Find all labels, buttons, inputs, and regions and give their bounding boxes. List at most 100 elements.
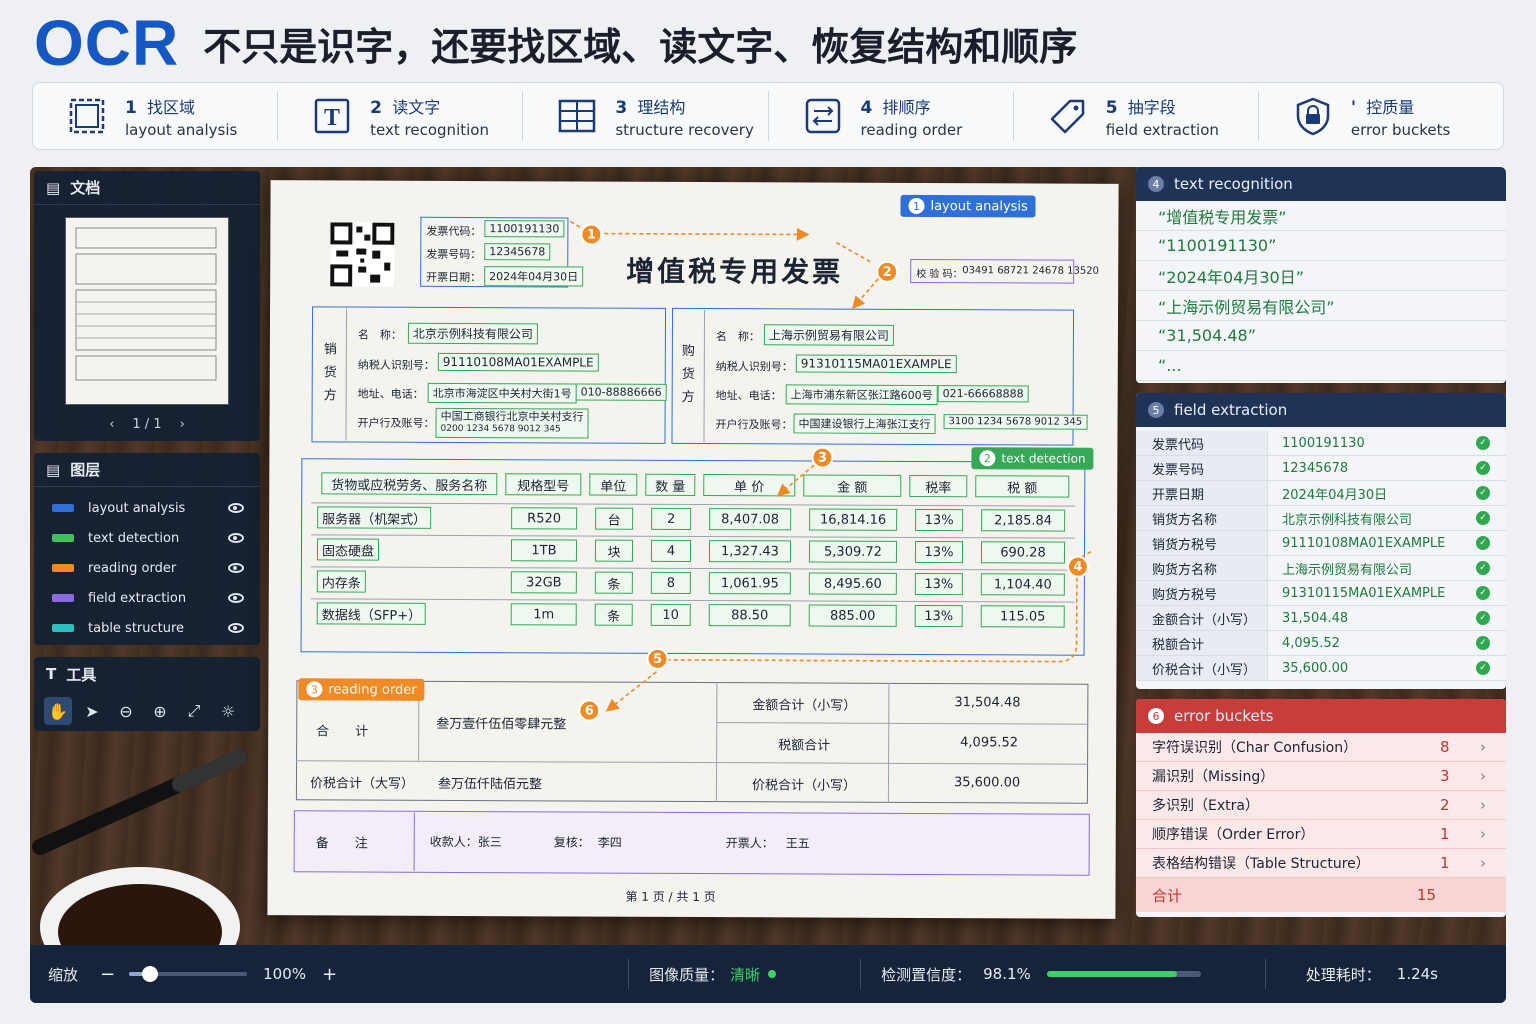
fit-screen-icon[interactable]: ⤢ xyxy=(180,697,208,725)
field-value: 上海示例贸易有限公司 xyxy=(1282,562,1413,578)
step-zh: 控质量 xyxy=(1366,97,1415,117)
layer-row[interactable]: reading order xyxy=(34,553,260,583)
confidence-label: 检测置信度： xyxy=(881,965,972,984)
field-row[interactable]: 销货方名称 北京示例科技有限公司 ✓ xyxy=(1136,506,1506,531)
layer-row[interactable]: layout analysis xyxy=(34,493,260,523)
layer-label: table structure xyxy=(88,620,185,636)
pointer-tool-icon[interactable]: ➤ xyxy=(78,697,106,725)
step-reading-order[interactable]: 4 排顺序 reading order xyxy=(769,91,1014,141)
check-icon: ✓ xyxy=(1476,461,1490,475)
field-row[interactable]: 销货方税号 91110108MA01EXAMPLE ✓ xyxy=(1136,531,1506,556)
reading-order-arrows xyxy=(570,220,1092,712)
zoom-out-button[interactable]: − xyxy=(100,964,115,985)
prev-page-icon[interactable]: ‹ xyxy=(109,417,114,432)
eye-icon[interactable] xyxy=(228,623,244,633)
error-bucket-row[interactable]: 表格结构错误（Table Structure） 1 › xyxy=(1136,849,1506,878)
recognized-text-item[interactable]: “上海示例贸易有限公司” xyxy=(1136,291,1506,321)
field-row[interactable]: 购货方名称 上海示例贸易有限公司 ✓ xyxy=(1136,556,1506,581)
order-marker-5[interactable]: 5 xyxy=(646,647,669,670)
brightness-icon[interactable]: ☼ xyxy=(214,697,242,725)
check-icon: ✓ xyxy=(1476,561,1490,575)
field-row[interactable]: 税额合计 4,095.52 ✓ xyxy=(1136,631,1506,656)
field-key: 金额合计（小写） xyxy=(1136,606,1268,630)
eye-icon[interactable] xyxy=(228,503,244,513)
step-zh: 理结构 xyxy=(637,97,686,117)
confidence-bar xyxy=(1046,971,1201,977)
document-thumbnail[interactable] xyxy=(65,217,229,405)
chevron-right-icon[interactable]: › xyxy=(1480,854,1486,872)
zoom-out-icon[interactable]: ⊖ xyxy=(112,697,140,725)
quality-status-dot xyxy=(768,970,777,978)
hand-tool-icon[interactable]: ✋ xyxy=(44,697,72,725)
chevron-right-icon[interactable]: › xyxy=(1480,796,1486,814)
step-zh: 找区域 xyxy=(147,97,196,117)
field-row[interactable]: 金额合计（小写） 31,504.48 ✓ xyxy=(1136,606,1506,631)
zoom-slider-handle[interactable] xyxy=(142,966,159,982)
check-icon: ✓ xyxy=(1476,486,1490,500)
field-value: 35,600.00 xyxy=(1282,660,1349,676)
error-bucket-row[interactable]: 字符误识别（Char Confusion） 8 › xyxy=(1136,733,1506,762)
zoom-in-button[interactable]: + xyxy=(322,964,337,985)
quality-label: 图像质量： xyxy=(649,965,725,984)
order-marker-4[interactable]: 4 xyxy=(1066,555,1089,578)
layers-icon: ▤ xyxy=(46,460,61,479)
error-bucket-count: 3 xyxy=(1440,767,1450,785)
eye-icon[interactable] xyxy=(228,533,244,543)
pipeline-steps: 1 找区域 layout analysis T 2 读文字 text recogni… xyxy=(32,82,1504,150)
check-icon: ✓ xyxy=(1476,636,1490,650)
field-value: 北京示例科技有限公司 xyxy=(1282,512,1413,528)
check-icon: ✓ xyxy=(1476,436,1490,450)
field-row[interactable]: 购货方税号 91310115MA01EXAMPLE ✓ xyxy=(1136,581,1506,606)
field-row[interactable]: 开票日期 2024年04月30日 ✓ xyxy=(1136,481,1506,506)
recognized-text-item[interactable]: “2024年04月30日” xyxy=(1136,261,1506,291)
order-marker-3[interactable]: 3 xyxy=(811,446,834,469)
field-value: 31,504.48 xyxy=(1282,610,1349,626)
chevron-right-icon[interactable]: › xyxy=(1480,825,1486,843)
step-layout-analysis[interactable]: 1 找区域 layout analysis xyxy=(33,91,279,141)
layer-row[interactable]: table structure xyxy=(34,613,260,643)
recognized-text-item[interactable]: “31,504.48” xyxy=(1136,321,1506,351)
step-error-buckets[interactable]: ' 控质量 error buckets xyxy=(1259,91,1503,141)
error-bucket-row[interactable]: 漏识别（Missing） 3 › xyxy=(1136,762,1506,791)
step-structure-recovery[interactable]: 3 理结构 structure recovery xyxy=(523,91,769,141)
layer-label: reading order xyxy=(88,560,177,576)
layer-swatch xyxy=(52,594,74,602)
eye-icon[interactable] xyxy=(228,593,244,603)
step-en: text recognition xyxy=(370,120,489,139)
step-field-extraction[interactable]: 5 抽字段 field extraction xyxy=(1014,91,1259,141)
error-bucket-row[interactable]: 顺序错误（Order Error） 1 › xyxy=(1136,820,1506,849)
status-bar: 缩放 − 100% + 图像质量： 清晰 检测置信度： 98.1% 处理耗时： … xyxy=(30,945,1506,1003)
zoom-slider[interactable] xyxy=(129,966,248,982)
step-number: ' xyxy=(1350,97,1357,118)
order-marker-6[interactable]: 6 xyxy=(578,699,601,722)
chevron-right-icon[interactable]: › xyxy=(1480,738,1486,756)
error-total-row: 合计 15 xyxy=(1136,878,1506,912)
panel-title: 图层 xyxy=(70,461,101,479)
next-page-icon[interactable]: › xyxy=(180,417,185,432)
order-marker-1[interactable]: 1 xyxy=(580,223,603,246)
layer-row[interactable]: text detection xyxy=(34,523,260,553)
chevron-right-icon[interactable]: › xyxy=(1480,767,1486,785)
step-text-recognition[interactable]: T 2 读文字 text recognition xyxy=(278,91,524,141)
order-marker-2[interactable]: 2 xyxy=(876,260,899,283)
field-key: 购货方名称 xyxy=(1136,556,1268,580)
step-en: reading order xyxy=(860,120,963,139)
field-key: 税额合计 xyxy=(1136,631,1268,655)
field-row[interactable]: 发票代码 1100191130 ✓ xyxy=(1136,431,1506,456)
error-buckets-panel: 6 error buckets 字符误识别（Char Confusion） 8 › 漏识… xyxy=(1136,699,1506,917)
zoom-in-icon[interactable]: ⊕ xyxy=(146,697,174,725)
error-bucket-count: 1 xyxy=(1440,854,1450,872)
zoom-value: 100% xyxy=(263,965,306,983)
layer-row[interactable]: field extraction xyxy=(34,583,260,613)
recognized-text-item[interactable]: “增值税专用发票” xyxy=(1136,201,1506,231)
error-bucket-label: 表格结构错误（Table Structure） xyxy=(1152,856,1370,872)
recognized-text-item[interactable]: “... xyxy=(1136,351,1506,381)
field-row[interactable]: 发票号码 12345678 ✓ xyxy=(1136,456,1506,481)
confidence-value: 98.1% xyxy=(983,965,1031,983)
step-zh: 抽字段 xyxy=(1127,97,1176,117)
field-value: 1100191130 xyxy=(1282,435,1365,451)
recognized-text-item[interactable]: “1100191130” xyxy=(1136,231,1506,261)
eye-icon[interactable] xyxy=(228,563,244,573)
field-row[interactable]: 价税合计（小写） 35,600.00 ✓ xyxy=(1136,656,1506,681)
error-bucket-row[interactable]: 多识别（Extra） 2 › xyxy=(1136,791,1506,820)
